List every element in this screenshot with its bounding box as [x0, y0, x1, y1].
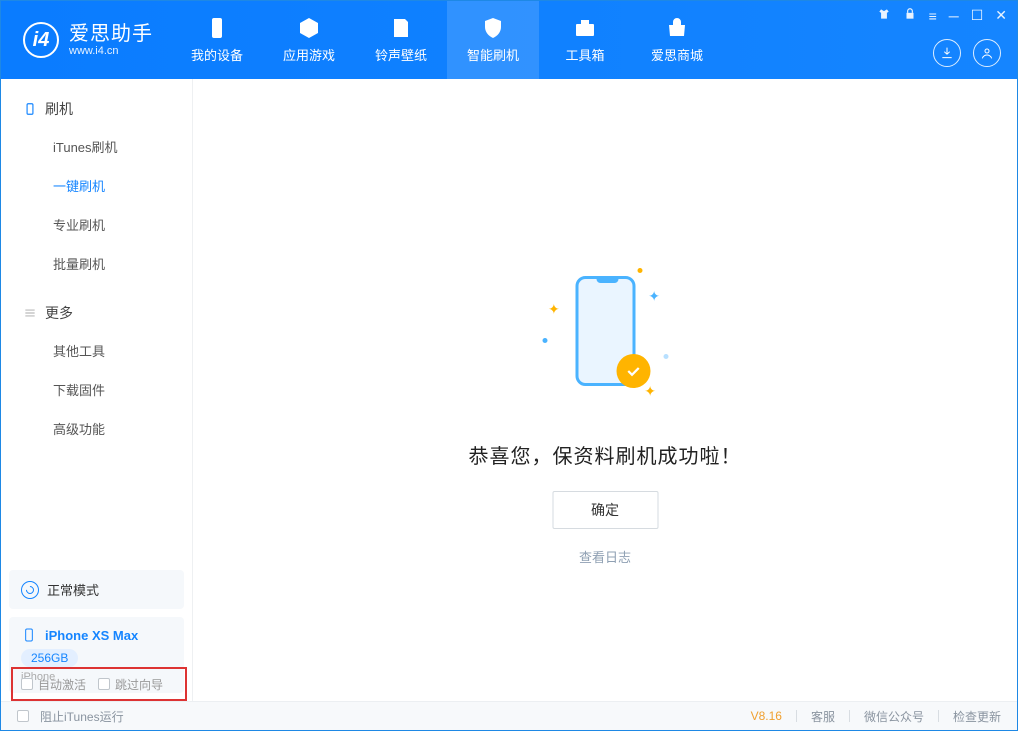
device-name: iPhone XS Max	[45, 628, 138, 643]
result-title: 恭喜您，保资料刷机成功啦！	[469, 440, 742, 469]
app-header: i4 爱思助手 www.i4.cn 我的设备 应用游戏 铃声壁纸 智能刷机 工具…	[1, 1, 1017, 79]
mode-icon	[21, 581, 39, 599]
close-button[interactable]: ✕	[995, 7, 1007, 24]
sidebar-item-oneclick-flash[interactable]: 一键刷机	[1, 166, 192, 205]
brand-title: 爱思助手	[69, 23, 153, 45]
sidebar-item-itunes-flash[interactable]: iTunes刷机	[1, 127, 192, 166]
store-icon	[665, 16, 689, 40]
sidebar-item-advanced[interactable]: 高级功能	[1, 409, 192, 448]
view-log-link[interactable]: 查看日志	[469, 547, 742, 566]
cube-icon	[297, 16, 321, 40]
brand-logo: i4 爱思助手 www.i4.cn	[1, 22, 171, 58]
tab-smart-flash[interactable]: 智能刷机	[447, 1, 539, 79]
tab-my-device[interactable]: 我的设备	[171, 1, 263, 79]
checkbox-label: 跳过向导	[115, 676, 163, 693]
tab-store[interactable]: 爱思商城	[631, 1, 723, 79]
tab-label: 智能刷机	[467, 45, 519, 64]
version-label: V8.16	[751, 709, 782, 723]
check-update-link[interactable]: 检查更新	[953, 708, 1001, 725]
download-button[interactable]	[933, 39, 961, 67]
phone-outline-icon	[21, 627, 37, 643]
support-link[interactable]: 客服	[811, 708, 835, 725]
device-mode-box[interactable]: 正常模式	[9, 570, 184, 609]
sidebar-section-label: 刷机	[45, 99, 73, 119]
device-mode-label: 正常模式	[47, 580, 99, 599]
menu-icon[interactable]: ≡	[929, 8, 937, 24]
toolbox-icon	[573, 16, 597, 40]
sidebar-item-pro-flash[interactable]: 专业刷机	[1, 205, 192, 244]
tab-apps-games[interactable]: 应用游戏	[263, 1, 355, 79]
main-content: ✦✦✦ 恭喜您，保资料刷机成功啦！ 确定 查看日志	[193, 79, 1017, 703]
lock-icon[interactable]	[903, 7, 917, 24]
sidebar-section-more: 更多	[1, 297, 192, 331]
sidebar-item-download-firmware[interactable]: 下载固件	[1, 370, 192, 409]
tab-label: 我的设备	[191, 45, 243, 64]
tab-label: 工具箱	[565, 45, 604, 64]
minimize-button[interactable]: ─	[949, 8, 959, 24]
window-controls: ≡ ─ ☐ ✕	[877, 7, 1007, 24]
maximize-button[interactable]: ☐	[971, 7, 984, 24]
tab-label: 应用游戏	[283, 45, 335, 64]
skip-guide-checkbox[interactable]: 跳过向导	[98, 676, 163, 693]
flash-options-row: 自动激活 跳过向导	[11, 667, 187, 701]
device-icon	[23, 102, 37, 116]
tab-label: 铃声壁纸	[375, 45, 427, 64]
music-file-icon	[389, 16, 413, 40]
auto-activate-checkbox[interactable]: 自动激活	[21, 676, 86, 693]
status-bar: 阻止iTunes运行 V8.16 客服 微信公众号 检查更新	[1, 701, 1017, 730]
wechat-link[interactable]: 微信公众号	[864, 708, 924, 725]
brand-subtitle: www.i4.cn	[69, 45, 153, 57]
main-tabs: 我的设备 应用游戏 铃声壁纸 智能刷机 工具箱 爱思商城	[171, 1, 723, 79]
user-button[interactable]	[973, 39, 1001, 67]
success-illustration: ✦✦✦	[540, 266, 670, 416]
sidebar-item-other-tools[interactable]: 其他工具	[1, 331, 192, 370]
list-icon	[23, 306, 37, 320]
tab-label: 爱思商城	[651, 45, 703, 64]
sidebar-item-batch-flash[interactable]: 批量刷机	[1, 244, 192, 283]
sidebar: 刷机 iTunes刷机 一键刷机 专业刷机 批量刷机 更多 其他工具 下载固件 …	[1, 79, 193, 703]
shield-refresh-icon	[481, 16, 505, 40]
device-storage-badge: 256GB	[21, 649, 78, 667]
phone-icon	[205, 16, 229, 40]
tab-toolbox[interactable]: 工具箱	[539, 1, 631, 79]
flash-result: ✦✦✦ 恭喜您，保资料刷机成功啦！ 确定 查看日志	[469, 266, 742, 566]
sidebar-section-flash: 刷机	[1, 93, 192, 127]
tab-ringtones[interactable]: 铃声壁纸	[355, 1, 447, 79]
ok-button[interactable]: 确定	[552, 491, 658, 529]
shirt-icon[interactable]	[877, 7, 891, 24]
checkbox-label: 阻止iTunes运行	[40, 708, 124, 725]
brand-icon: i4	[23, 22, 59, 58]
checkbox-label: 自动激活	[38, 676, 86, 693]
sidebar-section-label: 更多	[45, 303, 73, 323]
block-itunes-checkbox[interactable]: 阻止iTunes运行	[17, 708, 124, 725]
